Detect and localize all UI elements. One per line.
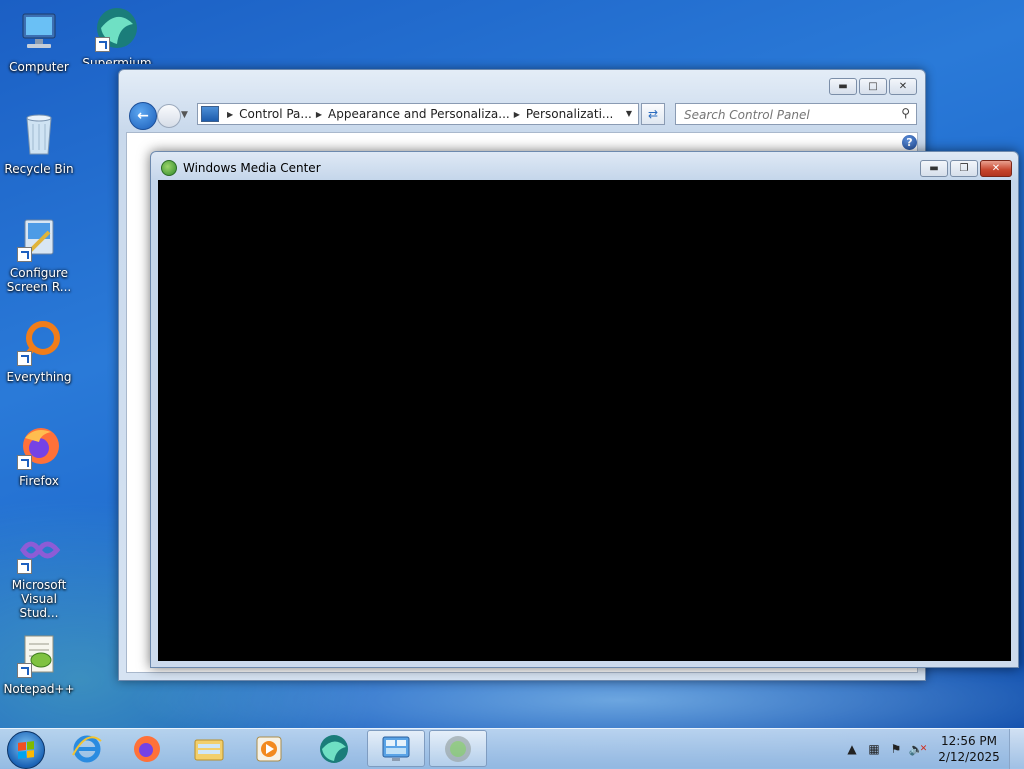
breadcrumb-arrow-icon[interactable]: ▶: [514, 110, 520, 119]
navigation-bar: ← ▼ ▶ Control Pa... ▶ Appearance and Per…: [127, 102, 917, 130]
search-icon[interactable]: ⚲: [901, 106, 910, 120]
breadcrumb-item[interactable]: Control Pa...: [239, 107, 312, 121]
address-bar[interactable]: ▶ Control Pa... ▶ Appearance and Persona…: [197, 103, 639, 125]
search-box[interactable]: ⚲: [675, 103, 917, 125]
help-label: ?: [906, 136, 913, 149]
taskbar-item-control-panel[interactable]: [367, 730, 425, 767]
desktop-icon-label: Microsoft Visual Stud...: [11, 578, 67, 620]
firefox-icon: [15, 422, 63, 470]
refresh-button[interactable]: ⇄: [641, 103, 665, 125]
action-center-flag-icon[interactable]: ⚑: [888, 741, 904, 757]
taskbar-item-internet-explorer[interactable]: [58, 730, 116, 767]
computer-icon: [15, 8, 63, 56]
taskbar-item-media-player[interactable]: [240, 730, 298, 767]
desktop-icon-firefox[interactable]: Firefox: [0, 422, 78, 488]
desktop-icon-visual-studio[interactable]: Microsoft Visual Stud...: [0, 526, 78, 620]
shortcut-arrow-icon: [17, 559, 32, 574]
taskbar-item-windows-media-center[interactable]: [429, 730, 487, 767]
minimize-button[interactable]: ▬: [920, 160, 948, 177]
media-center-viewport[interactable]: [158, 180, 1011, 661]
volume-muted-icon[interactable]: 🔈 ✕: [909, 741, 928, 757]
supermium-icon: [320, 734, 348, 763]
desktop-icon-notepadpp[interactable]: Notepad++: [0, 630, 78, 696]
desktop-icon-recycle-bin[interactable]: Recycle Bin: [0, 110, 78, 176]
desktop-icon-configure-screen[interactable]: Configure Screen R...: [0, 214, 78, 294]
system-tray: ▲ ▦ ⚑ 🔈 ✕ 12:56 PM 2/12/2025: [841, 729, 1024, 769]
firefox-icon: [134, 735, 160, 762]
desktop-icon-label: Firefox: [19, 474, 59, 488]
back-button[interactable]: ←: [129, 102, 157, 130]
caption-buttons: ▬ □ ✕: [829, 78, 917, 95]
media-center-icon: [445, 735, 471, 762]
caption-buttons: ▬ ❐ ✕: [920, 160, 1012, 177]
clock-date: 2/12/2025: [938, 750, 1000, 764]
taskbar-item-file-explorer[interactable]: [180, 730, 238, 767]
visual-studio-icon: [15, 526, 63, 574]
breadcrumb-arrow-icon: ▶: [227, 109, 234, 119]
desktop-icon-label: Configure Screen R...: [6, 266, 72, 294]
everything-icon: [15, 318, 63, 366]
breadcrumb-item[interactable]: Personalizati...: [526, 107, 613, 121]
close-button[interactable]: ✕: [980, 160, 1012, 177]
clock[interactable]: 12:56 PM 2/12/2025: [929, 733, 1009, 765]
address-dropdown-icon[interactable]: ▼: [626, 109, 632, 118]
window-title: Windows Media Center: [183, 161, 321, 175]
notepadpp-icon: [15, 630, 63, 678]
media-player-icon: [256, 736, 282, 761]
shortcut-arrow-icon: [17, 663, 32, 678]
desktop-icon-label: Computer: [9, 60, 69, 74]
history-dropdown-icon[interactable]: ▼: [181, 110, 188, 120]
desktop-icon-computer[interactable]: Computer: [0, 8, 78, 74]
taskbar: ▲ ▦ ⚑ 🔈 ✕ 12:56 PM 2/12/2025: [0, 728, 1024, 769]
shortcut-arrow-icon: [95, 37, 110, 52]
desktop-icon-label: Notepad++: [3, 682, 75, 696]
restore-button[interactable]: ❐: [950, 160, 978, 177]
search-input[interactable]: [682, 105, 886, 125]
shortcut-arrow-icon: [17, 247, 32, 262]
shortcut-arrow-icon: [17, 351, 32, 366]
start-button[interactable]: [7, 731, 45, 769]
desktop-icon-label: Supermium: [82, 56, 152, 64]
desktop-icon-label: Everything: [6, 370, 72, 384]
taskbar-item-firefox[interactable]: [118, 730, 176, 767]
breadcrumb: ▶ Control Pa... ▶ Appearance and Persona…: [223, 107, 613, 121]
folder-icon: [194, 739, 224, 760]
window-title-bar: Windows Media Center: [161, 160, 321, 176]
network-icon[interactable]: ▦: [866, 741, 882, 757]
supermium-icon: [93, 4, 141, 52]
internet-explorer-icon: [72, 735, 102, 762]
control-panel-icon: [382, 736, 410, 761]
clock-time: 12:56 PM: [941, 734, 997, 748]
show-hidden-icons-icon[interactable]: ▲: [844, 741, 860, 757]
forward-button[interactable]: [157, 104, 181, 128]
control-panel-icon: [201, 106, 219, 122]
desktop-icon-supermium[interactable]: Supermium: [78, 4, 156, 64]
maximize-button[interactable]: □: [859, 78, 887, 95]
media-center-logo-icon: [161, 160, 177, 176]
recycle-bin-icon: [15, 110, 63, 158]
help-icon[interactable]: ?: [902, 135, 917, 150]
desktop-icon-everything[interactable]: Everything: [0, 318, 78, 384]
show-desktop-button[interactable]: [1009, 729, 1024, 769]
configure-screen-icon: [15, 214, 63, 262]
minimize-button[interactable]: ▬: [829, 78, 857, 95]
breadcrumb-arrow-icon[interactable]: ▶: [316, 110, 322, 119]
desktop-icon-label: Recycle Bin: [4, 162, 74, 176]
close-button[interactable]: ✕: [889, 78, 917, 95]
breadcrumb-item[interactable]: Appearance and Personaliza...: [328, 107, 510, 121]
media-center-window[interactable]: Windows Media Center ▬ ❐ ✕: [150, 151, 1019, 668]
shortcut-arrow-icon: [17, 455, 32, 470]
windows-logo-icon: [18, 741, 34, 759]
taskbar-item-supermium[interactable]: [305, 730, 363, 767]
